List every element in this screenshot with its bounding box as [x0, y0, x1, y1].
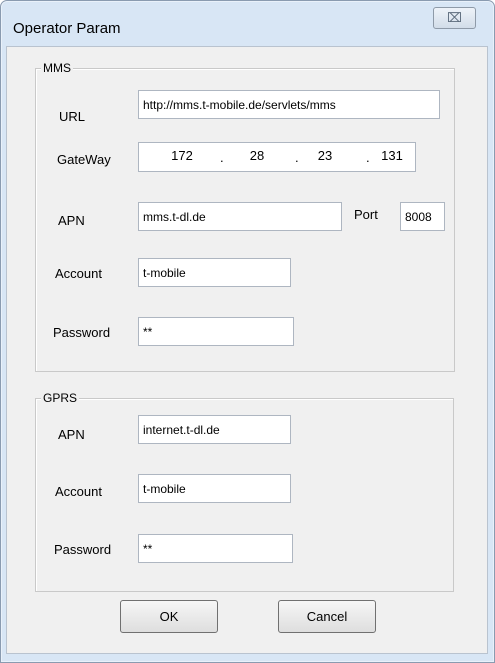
gateway-octet-1[interactable]: 172: [159, 147, 205, 165]
gprs-password-field[interactable]: [138, 534, 293, 563]
cancel-button[interactable]: Cancel: [278, 600, 376, 633]
gprs-account-field[interactable]: [138, 474, 291, 503]
mms-port-field[interactable]: [400, 202, 445, 231]
ok-button[interactable]: OK: [120, 600, 218, 633]
mms-url-field[interactable]: [138, 90, 440, 119]
gateway-octet-2[interactable]: 28: [234, 147, 280, 165]
gprs-group-label: GPRS: [41, 390, 80, 406]
mms-gateway-label: GateWay: [57, 152, 111, 167]
gateway-dot-1: .: [220, 150, 224, 165]
gateway-octet-3[interactable]: 23: [302, 147, 348, 165]
mms-apn-field[interactable]: [138, 202, 342, 231]
close-button[interactable]: ⌧: [433, 7, 476, 29]
mms-password-label: Password: [53, 325, 111, 340]
dialog-title: Operator Param: [13, 20, 121, 37]
mms-account-field[interactable]: [138, 258, 291, 287]
gateway-dot-2: .: [295, 150, 299, 165]
gprs-account-label: Account: [55, 484, 102, 499]
gprs-apn-field[interactable]: [138, 415, 291, 444]
mms-port-label: Port: [354, 207, 378, 222]
mms-password-field[interactable]: [138, 317, 294, 346]
mms-apn-label: APN: [58, 213, 85, 228]
mms-gateway-ip-field[interactable]: 172 . 28 . 23 . 131: [138, 142, 416, 172]
gateway-octet-4[interactable]: 131: [369, 147, 415, 165]
gprs-password-label: Password: [54, 542, 112, 557]
close-icon: ⌧: [447, 10, 462, 25]
mms-account-label: Account: [55, 266, 102, 281]
mms-group-label: MMS: [41, 60, 73, 76]
gprs-apn-label: APN: [58, 427, 85, 442]
mms-url-label: URL: [59, 109, 86, 124]
